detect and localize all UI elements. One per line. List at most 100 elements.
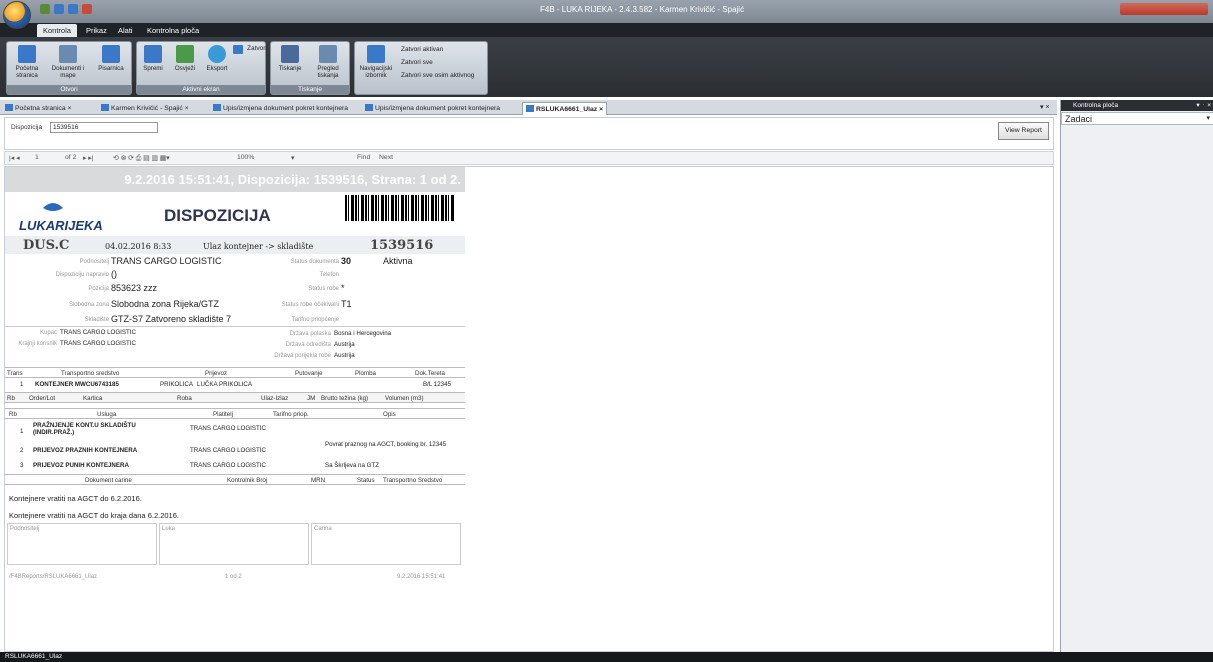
panel-pin-icon[interactable]: ▾ ᛫ × bbox=[1196, 101, 1211, 109]
dispozicija-input[interactable]: 1539516 bbox=[50, 122, 158, 133]
pisarnica-button[interactable]: Pisarnica bbox=[93, 45, 129, 72]
col-kartica: Kartica bbox=[83, 395, 103, 402]
value-drzava-odredista: Austrija bbox=[334, 341, 355, 348]
document-icon bbox=[365, 104, 373, 111]
col-volumen: Volumen (m3) bbox=[385, 395, 424, 402]
documents-button[interactable]: Dokumenti i mape bbox=[47, 45, 89, 79]
window-controls[interactable] bbox=[1120, 3, 1208, 15]
first-page-icon[interactable]: |◂ ◂ bbox=[9, 154, 19, 162]
page-input[interactable]: 1 bbox=[35, 154, 39, 161]
doc-tab-upis-2[interactable]: Upis/izmjena dokument pokret kontejnera bbox=[362, 102, 520, 115]
doc-tab-upis-1[interactable]: Upis/izmjena dokument pokret kontejnera bbox=[210, 102, 360, 115]
value-drzava-polaska: Bosna i Hercegovina bbox=[334, 330, 392, 337]
trans-rb: 1 bbox=[20, 381, 24, 388]
doc-tab-home[interactable]: Početna stranica × bbox=[2, 102, 75, 115]
save-button[interactable]: Spremi bbox=[140, 45, 166, 72]
undo-quick-icon[interactable] bbox=[54, 4, 64, 14]
page-count: of 2 bbox=[65, 154, 77, 161]
zoom-select[interactable]: 100% bbox=[237, 154, 254, 161]
next-button[interactable]: Next bbox=[379, 154, 393, 161]
app-menu-orb[interactable] bbox=[3, 1, 31, 29]
print-icon bbox=[281, 45, 299, 63]
chevron-down-icon[interactable]: ▾ bbox=[291, 154, 294, 162]
home-icon bbox=[5, 104, 13, 111]
value-status-dok: Aktivna bbox=[383, 256, 413, 266]
save-icon bbox=[144, 45, 162, 63]
group-aktivni-ekran: Spremi Osvježi Eksport Zatvori Aktivni e… bbox=[136, 41, 267, 95]
usluga-platitelj: TRANS CARGO LOGISTIC bbox=[190, 462, 266, 469]
nav-icons[interactable]: ⟲ ⊗ ⟳ ⎙ ▤ ▥ ▦▾ bbox=[113, 154, 170, 163]
print-quick-icon[interactable] bbox=[82, 4, 92, 14]
doc-date: 04.02.2016 8:33 bbox=[105, 242, 172, 251]
sign-box-podnositelj: Podnositelj bbox=[7, 523, 157, 565]
value-pozicija: 853623 zzz bbox=[111, 283, 158, 293]
document-icon bbox=[526, 105, 534, 112]
col-transportno-sredstvo: Transportno Sredstvo bbox=[383, 477, 443, 484]
print-button[interactable]: Tiskanje bbox=[274, 45, 306, 72]
tab-kontrolna-ploca[interactable]: Kontrolna ploča bbox=[141, 24, 205, 37]
document-icon bbox=[101, 104, 109, 111]
trans-bl: B/L 12345 bbox=[423, 381, 451, 388]
tab-prikaz[interactable]: Prikaz bbox=[80, 24, 113, 37]
value-podnositelj: TRANS CARGO LOGISTIC bbox=[111, 256, 222, 266]
barcode bbox=[345, 195, 455, 221]
report-title: DISPOZICIJA bbox=[164, 206, 271, 225]
export-button[interactable]: Eksport bbox=[202, 45, 232, 72]
nav-menu-button[interactable]: Navigacijski izbornik bbox=[358, 45, 394, 79]
report-params: Dispozicija 1539516 View Report bbox=[4, 117, 1054, 150]
close-button[interactable]: Zatvori bbox=[233, 45, 267, 54]
close-tab-icon[interactable]: ▾ × bbox=[1040, 103, 1050, 111]
trans-kontejner: KONTEJNER MWCU6743185 bbox=[35, 381, 119, 388]
refresh-icon bbox=[176, 45, 194, 63]
close-active-button[interactable]: Zatvori aktivan bbox=[399, 46, 443, 53]
footer-page: 1 od 2 bbox=[225, 574, 242, 580]
nav-menu-icon bbox=[367, 45, 385, 63]
trans-table-header: Trans Transportno sredstvo Prijevoz Puto… bbox=[5, 367, 465, 378]
col-platitelj: Platitelj bbox=[213, 411, 233, 418]
note-2: Kontejnere vratiti na AGCT do kraja dana… bbox=[9, 511, 179, 520]
redo-quick-icon[interactable] bbox=[68, 4, 78, 14]
col-dok-tereta: Dok.Tereta bbox=[415, 370, 445, 377]
doc-tab-report[interactable]: RSLUKA6661_Ulaz × bbox=[522, 102, 608, 115]
col-trans: Trans bbox=[7, 370, 23, 377]
col-kontrolnik: Kontrolnik Broj bbox=[227, 477, 268, 484]
col-opis: Opis bbox=[383, 411, 396, 418]
home-button[interactable]: Početna stranica bbox=[10, 45, 44, 79]
close-icon bbox=[233, 45, 243, 54]
find-button[interactable]: Find bbox=[357, 154, 370, 161]
tab-alati[interactable]: Alati bbox=[112, 24, 139, 37]
refresh-button[interactable]: Osvježi bbox=[170, 45, 200, 72]
usluga-rb: 2 bbox=[20, 447, 24, 454]
doc-number: 1539516 bbox=[370, 238, 434, 253]
col-roba: Roba bbox=[177, 395, 192, 402]
window-title: F4B - LUKA RIJEKA - 2.4.3.582 - Karmen K… bbox=[540, 5, 745, 14]
carine-table-header: Dokument carine Kontrolnik Broj MRN Stat… bbox=[5, 474, 465, 485]
col-ulaz-izlaz: Ulaz-Izlaz bbox=[261, 395, 289, 402]
sign-label: Luka bbox=[162, 526, 176, 532]
doc-tab-user[interactable]: Karmen Krivičić - Spajić × bbox=[98, 102, 192, 115]
panel-select[interactable]: Zadaci ▾ bbox=[1061, 112, 1213, 125]
print-preview-button[interactable]: Pregled tiskanja bbox=[309, 45, 347, 79]
col-mrn: MRN bbox=[311, 477, 326, 484]
sign-label: Carina bbox=[314, 526, 332, 532]
col-plomba: Plomba bbox=[355, 370, 376, 377]
save-quick-icon[interactable] bbox=[40, 4, 50, 14]
tab-kontrola[interactable]: Kontrola bbox=[37, 24, 77, 37]
next-page-icon[interactable]: ▸ ▸| bbox=[83, 154, 93, 162]
doc-code: DUS.C bbox=[23, 238, 70, 253]
col-jm: JM bbox=[307, 395, 316, 402]
col-rb: Rb bbox=[7, 395, 15, 402]
doc-direction: Ulaz kontejner -> skladište bbox=[203, 242, 314, 251]
view-report-button[interactable]: View Report bbox=[998, 122, 1049, 140]
close-all-button[interactable]: Zatvori sve bbox=[399, 59, 433, 66]
document-tabs: Početna stranica × Karmen Krivičić - Spa… bbox=[0, 100, 1057, 115]
trans-prijevoz: LUČKA PRIKOLICA bbox=[197, 381, 253, 388]
report-page: 9.2.2016 15:51:41, Dispozicija: 1539516,… bbox=[4, 166, 1054, 652]
col-tarifno: Tarifno priop. bbox=[273, 411, 309, 418]
group-label-tiskanje: Tiskanje bbox=[271, 85, 349, 94]
col-dokument-carine: Dokument carine bbox=[85, 477, 132, 484]
label-status-robe: Status robe bbox=[308, 286, 339, 292]
close-others-button[interactable]: Zatvori sve osim aktivnog bbox=[399, 72, 474, 79]
col-transportno: Transportno sredstvo bbox=[61, 370, 120, 377]
value-zona: Slobodna zona Rijeka/GTZ bbox=[111, 299, 220, 309]
